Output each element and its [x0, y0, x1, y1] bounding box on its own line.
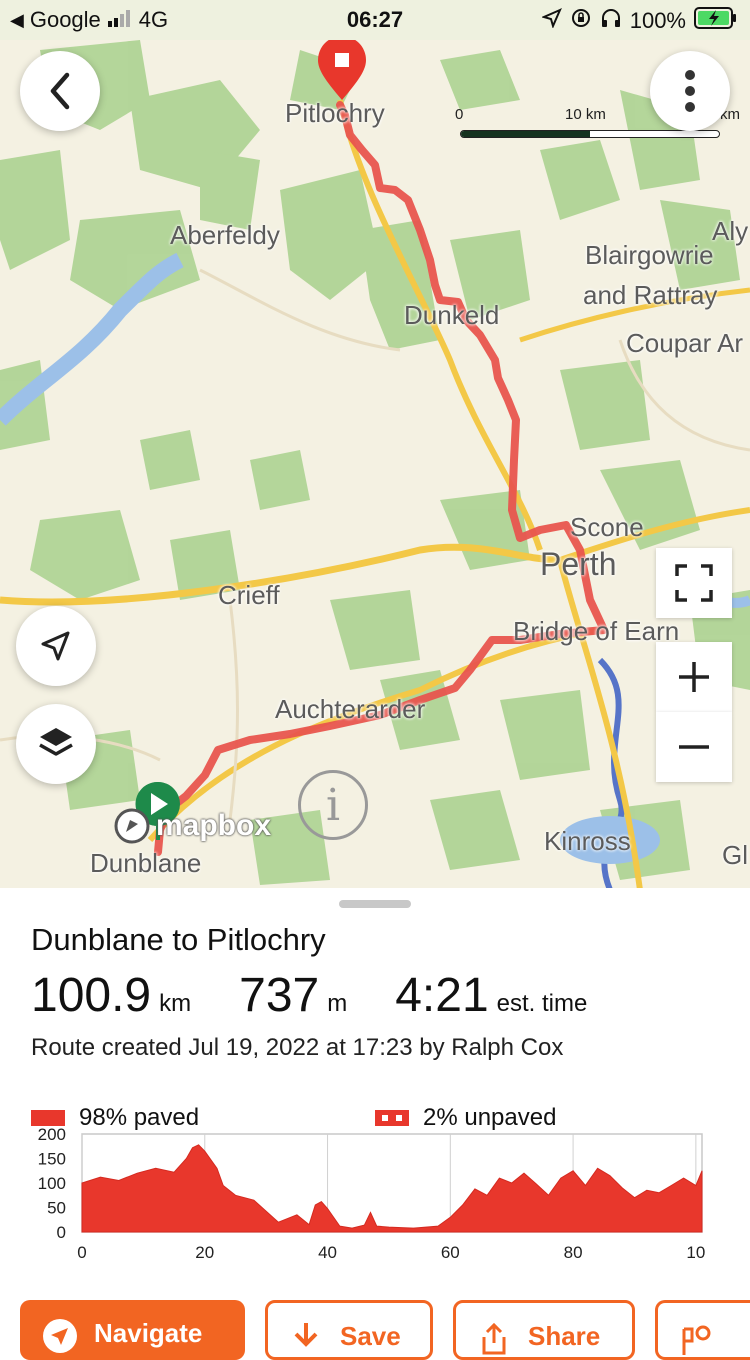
label-gl: Gl [722, 840, 748, 870]
x-tick-label: 60 [441, 1243, 460, 1262]
time-value: 4:21 [395, 969, 489, 1022]
locate-me-button[interactable] [16, 606, 96, 686]
route-created-info: Route created Jul 19, 2022 at 17:23 by R… [31, 1034, 564, 1061]
y-tick-label: 0 [57, 1223, 66, 1242]
share-button[interactable]: Share [453, 1300, 635, 1360]
label-scone: Scone [570, 512, 644, 542]
elevation-area [81, 1144, 703, 1233]
fullscreen-button[interactable] [656, 548, 732, 618]
label-bridge-of-earn: Bridge of Earn [513, 616, 680, 646]
route-map[interactable]: Pitlochry Aberfeldy Blairgowrie and Ratt… [0, 40, 750, 890]
scale-zero: 0 [455, 106, 464, 123]
share-icon [482, 1322, 506, 1355]
x-tick-label: 10 [686, 1243, 705, 1262]
battery-percent: 100% [629, 8, 686, 33]
layers-icon [39, 728, 73, 756]
save-button[interactable]: Save [265, 1300, 433, 1360]
navigate-icon [43, 1319, 77, 1353]
headphones-icon [600, 7, 622, 35]
status-bar: ◀ Google 4G 06:27 100% [0, 0, 750, 40]
location-arrow-icon [540, 8, 562, 34]
route-stats: 100.9 km 737 m 4:21 est. time [31, 968, 587, 1023]
elevation-value: 737 [239, 969, 320, 1022]
x-tick-label: 40 [318, 1243, 337, 1262]
map-layers-button[interactable] [16, 704, 96, 784]
distance-value: 100.9 [31, 969, 152, 1022]
label-pitlochry: Pitlochry [285, 98, 385, 128]
elevation-chart[interactable]: 0 20 40 60 80 10 200 150 100 50 0 [0, 1124, 750, 1274]
more-options-button[interactable] [650, 51, 730, 131]
mapbox-wordmark: mapbox [156, 809, 272, 842]
share-label: Share [528, 1321, 601, 1351]
mapbox-logo-icon [114, 808, 150, 844]
sheet-drag-handle[interactable] [339, 900, 411, 908]
zoom-in-button[interactable] [656, 642, 732, 712]
status-right: 100% [540, 7, 738, 35]
x-tick-label: 80 [564, 1243, 583, 1262]
x-tick-label: 20 [195, 1243, 214, 1262]
back-button[interactable] [20, 51, 100, 131]
label-auchterarder: Auchterarder [275, 694, 426, 724]
more-actions-button[interactable] [655, 1300, 750, 1360]
y-tick-label: 100 [38, 1174, 66, 1193]
map-base-layer [0, 40, 750, 890]
download-icon [294, 1323, 318, 1347]
distance-unit: km [159, 990, 192, 1017]
x-tick-label: 0 [77, 1243, 86, 1262]
navigate-button[interactable]: Navigate [20, 1300, 245, 1360]
rotation-lock-icon [570, 7, 592, 35]
label-rattray: and Rattray [583, 280, 718, 310]
scale-bar-track [460, 130, 720, 138]
chevron-left-icon [50, 72, 70, 110]
zoom-out-button[interactable] [656, 712, 732, 782]
elevation-unit: m [327, 990, 348, 1017]
mapbox-attribution[interactable]: mapbox [112, 806, 271, 846]
label-dunblane: Dunblane [90, 848, 202, 878]
label-aberfeldy: Aberfeldy [170, 220, 280, 250]
route-title: Dunblane to Pitlochry [31, 922, 326, 957]
label-coupar: Coupar Ar [626, 328, 744, 358]
action-bar: Navigate Save Share [0, 1300, 750, 1360]
label-dunkeld: Dunkeld [404, 300, 500, 330]
battery-charging-icon [694, 7, 738, 35]
label-aly: Aly [712, 216, 749, 246]
more-vertical-icon [685, 70, 695, 112]
y-tick-label: 50 [47, 1199, 66, 1218]
save-label: Save [340, 1321, 401, 1351]
label-crieff: Crieff [218, 580, 280, 610]
info-icon[interactable]: i [298, 770, 368, 840]
plus-icon [679, 662, 709, 692]
y-tick-label: 150 [38, 1150, 66, 1169]
navigation-arrow-icon [41, 631, 70, 661]
label-kinross: Kinross [544, 826, 631, 856]
minus-icon [679, 745, 709, 749]
time-unit: est. time [496, 990, 588, 1017]
label-perth: Perth [540, 546, 617, 582]
fullscreen-icon [675, 564, 713, 602]
route-pin-icon [682, 1325, 711, 1355]
label-blairgowrie: Blairgowrie [585, 240, 714, 270]
route-details-sheet: Dunblane to Pitlochry 100.9 km 737 m 4:2… [0, 888, 750, 1360]
scale-mid: 10 km [565, 106, 606, 123]
y-tick-label: 200 [38, 1125, 66, 1144]
